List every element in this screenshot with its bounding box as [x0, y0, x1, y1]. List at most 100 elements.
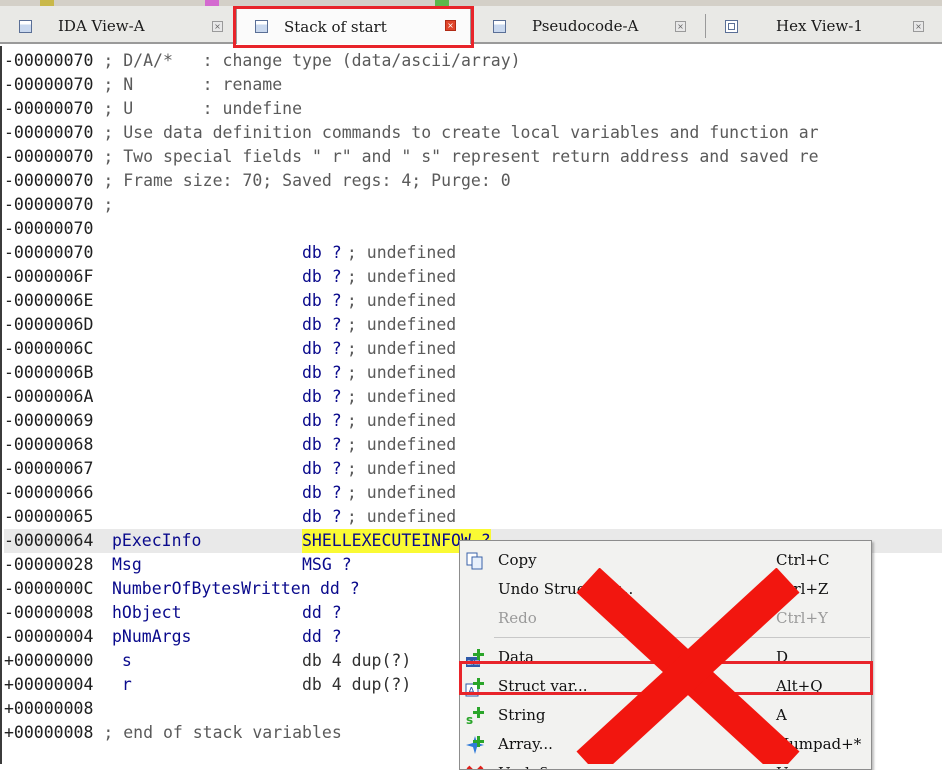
comment-line[interactable]: -00000070 ; N : rename: [4, 73, 282, 97]
stack-var-row[interactable]: -0000006A db ? ; undefined: [4, 385, 456, 409]
comment-text: ; Frame size: 70; Saved regs: 4; Purge: …: [93, 171, 511, 190]
variable-type[interactable]: db ?: [302, 481, 342, 505]
address: -0000006D: [4, 315, 94, 334]
variable-type[interactable]: db ?: [302, 361, 342, 385]
stack-var-row[interactable]: -00000068 db ? ; undefined: [4, 433, 456, 457]
variable-name[interactable]: pNumArgs: [112, 625, 191, 649]
string-add-icon: s: [465, 706, 485, 727]
stack-var-row[interactable]: -0000006B db ? ; undefined: [4, 361, 456, 385]
variable-name[interactable]: r: [112, 673, 132, 697]
comment-line[interactable]: -00000070 ; Use data definition commands…: [4, 121, 819, 145]
variable-type[interactable]: dd ?: [320, 577, 360, 601]
menu-item-label: String: [498, 706, 546, 724]
variable-name[interactable]: Msg: [112, 553, 142, 577]
address: -00000065: [4, 507, 94, 526]
comment-line[interactable]: -00000070 ;: [4, 193, 113, 217]
variable-type[interactable]: db ?: [302, 433, 342, 457]
stack-var-row[interactable]: -0000006F db ? ; undefined: [4, 265, 456, 289]
address: -00000070: [4, 123, 94, 142]
variable-name[interactable]: s: [112, 649, 132, 673]
comment-text: ; N : rename: [93, 75, 283, 94]
variable-name[interactable]: hObject: [112, 601, 182, 625]
field-comment: ; undefined: [337, 243, 457, 262]
stack-var-row[interactable]: +00000004 r db 4 dup(?): [4, 673, 411, 697]
stack-var-row[interactable]: -0000000C NumberOfBytesWritten dd ?: [4, 577, 360, 601]
hex-icon: [725, 19, 738, 33]
stack-var-row[interactable]: -00000070 db ? ; undefined: [4, 241, 456, 265]
comment-line[interactable]: -00000070 ; U : undefine: [4, 97, 302, 121]
address: -00000070: [4, 219, 94, 238]
tab-label: IDA View-A: [58, 17, 145, 35]
stack-var-row[interactable]: +00000000 s db 4 dup(?): [4, 649, 411, 673]
address: -0000006C: [4, 339, 94, 358]
stack-var-row[interactable]: -00000066 db ? ; undefined: [4, 481, 456, 505]
variable-type[interactable]: db ?: [302, 385, 342, 409]
field-comment: ; undefined: [337, 483, 457, 502]
tab-label: Pseudocode-A: [532, 17, 639, 35]
field-comment: ; undefined: [337, 363, 457, 382]
comment-line[interactable]: +00000008 ; end of stack variables: [4, 721, 342, 745]
address: +00000008: [4, 723, 94, 742]
tab-ida-view-a[interactable]: IDA View-A ×: [8, 10, 233, 42]
stack-var-row[interactable]: -00000008 hObject dd ?: [4, 601, 342, 625]
comment-text: ; end of stack variables: [93, 723, 342, 742]
field-comment: ; undefined: [337, 291, 457, 310]
menu-item-label: Redo: [498, 609, 537, 627]
variable-type[interactable]: db ?: [302, 337, 342, 361]
comment-text: ; Two special fields " r" and " s" repre…: [93, 147, 819, 166]
variable-type[interactable]: db 4 dup(?): [302, 649, 411, 673]
comment-text: ; U : undefine: [93, 99, 303, 118]
variable-type[interactable]: db 4 dup(?): [302, 673, 411, 697]
menu-item-shortcut: U: [776, 764, 789, 769]
array-icon: [465, 735, 485, 755]
field-comment: ; undefined: [337, 387, 457, 406]
field-comment: ; undefined: [337, 315, 457, 334]
tab-pseudocode-a[interactable]: Pseudocode-A ×: [481, 10, 696, 42]
stack-var-row[interactable]: -00000069 db ? ; undefined: [4, 409, 456, 433]
address: -00000068: [4, 435, 94, 454]
variable-type[interactable]: db ?: [302, 241, 342, 265]
comment-line[interactable]: -00000070 ; Frame size: 70; Saved regs: …: [4, 169, 511, 193]
address: +00000008: [4, 699, 94, 718]
address: -0000006E: [4, 291, 94, 310]
menu-item-label: Undefine: [498, 764, 567, 769]
comment-line[interactable]: -00000070 ; Two special fields " r" and …: [4, 145, 819, 169]
address: -0000006A: [4, 387, 94, 406]
close-icon[interactable]: ×: [913, 21, 924, 32]
undefine-icon: [465, 764, 485, 769]
svg-text:s: s: [466, 713, 473, 726]
variable-type[interactable]: MSG ?: [302, 553, 352, 577]
field-comment: ; undefined: [337, 411, 457, 430]
tab-hex-view-1[interactable]: Hex View-1 ×: [712, 10, 942, 42]
close-icon[interactable]: ×: [212, 21, 223, 32]
field-comment: ; undefined: [337, 435, 457, 454]
address: -00000004: [4, 627, 94, 646]
stack-var-row[interactable]: -00000004 pNumArgs dd ?: [4, 625, 342, 649]
stack-var-row[interactable]: -0000006D db ? ; undefined: [4, 313, 456, 337]
variable-type[interactable]: db ?: [302, 313, 342, 337]
stack-var-row[interactable]: -00000065 db ? ; undefined: [4, 505, 456, 529]
variable-type[interactable]: dd ?: [302, 625, 342, 649]
listing-icon: [19, 19, 32, 33]
variable-name[interactable]: pExecInfo: [112, 529, 201, 553]
address: -00000028: [4, 555, 94, 574]
variable-type[interactable]: db ?: [302, 289, 342, 313]
variable-type[interactable]: db ?: [302, 409, 342, 433]
variable-type[interactable]: db ?: [302, 265, 342, 289]
stack-var-row[interactable]: -00000028 Msg MSG ?: [4, 553, 352, 577]
field-comment: ; undefined: [337, 459, 457, 478]
comment-line[interactable]: +00000008: [4, 697, 93, 721]
variable-type[interactable]: dd ?: [302, 601, 342, 625]
comment-text: ; D/A/* : change type (data/ascii/array): [93, 51, 521, 70]
variable-type[interactable]: db ?: [302, 505, 342, 529]
stack-var-row[interactable]: -0000006C db ? ; undefined: [4, 337, 456, 361]
field-comment: ; undefined: [337, 267, 457, 286]
stack-var-row[interactable]: -0000006E db ? ; undefined: [4, 289, 456, 313]
variable-type[interactable]: db ?: [302, 457, 342, 481]
comment-line[interactable]: -00000070: [4, 217, 93, 241]
comment-line[interactable]: -00000070 ; D/A/* : change type (data/as…: [4, 49, 521, 73]
stack-var-row[interactable]: -00000067 db ? ; undefined: [4, 457, 456, 481]
close-icon[interactable]: ×: [675, 21, 686, 32]
address: -00000070: [4, 75, 94, 94]
variable-name[interactable]: NumberOfBytesWritten: [112, 577, 311, 601]
